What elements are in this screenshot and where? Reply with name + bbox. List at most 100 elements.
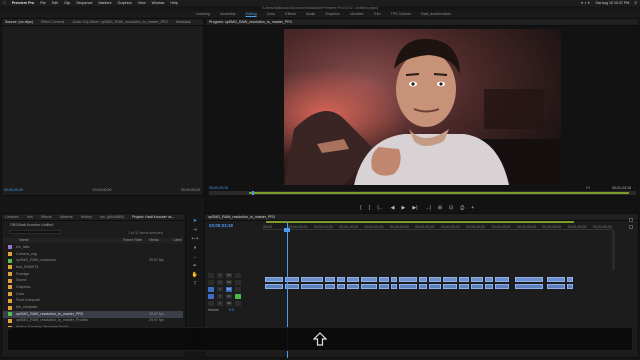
workspace-tps-custom[interactable]: TPS Custom [391, 12, 411, 17]
video-clip[interactable] [443, 277, 457, 282]
workspace-trim[interactable]: Trim [373, 12, 380, 17]
audio-clip[interactable] [361, 284, 377, 289]
tab-effect-controls[interactable]: Effect Controls [41, 20, 65, 25]
project-list-item[interactable]: Sound [3, 277, 183, 284]
track-lock-icon[interactable]: □ [217, 300, 223, 306]
program-playhead[interactable] [251, 191, 254, 195]
source-patch-toggle[interactable] [208, 279, 214, 285]
menu-graphics[interactable]: Graphics [117, 1, 131, 6]
slip-tool-icon[interactable]: ↔ [193, 254, 198, 260]
project-list-item[interactable]: Camera_orig [3, 251, 183, 258]
column-name[interactable]: Name [19, 238, 29, 243]
audio-clip[interactable] [337, 284, 345, 289]
source-patch-toggle[interactable] [208, 286, 214, 292]
search-icon[interactable]: ⚲ [634, 1, 637, 6]
audio-clip[interactable] [419, 284, 427, 289]
tab-effects[interactable]: Effects [41, 215, 52, 220]
video-clip[interactable] [485, 277, 493, 282]
audio-clip[interactable] [459, 284, 469, 289]
video-clip[interactable] [495, 277, 509, 282]
ripple-edit-tool-icon[interactable]: ⟷ [191, 236, 198, 242]
video-clip[interactable] [459, 277, 469, 282]
export-frame-icon[interactable]: ⎙ [460, 205, 464, 211]
timeline-ruler[interactable]: 00;00 00;00;05;00 00;00;10;00 00;00;15;00 00… [263, 222, 613, 230]
workspace-learning[interactable]: Learning [196, 12, 210, 17]
project-list-item[interactable]: upSMG_RAW_resolution 29.97 fps [3, 257, 183, 264]
tab-libraries[interactable]: Libraries [5, 215, 19, 220]
tab-project[interactable]: Project: Hadi Knocker vs... [132, 215, 174, 220]
video-clip[interactable] [399, 277, 417, 282]
razor-tool-icon[interactable]: ♦ [194, 245, 197, 251]
tab-info[interactable]: Info [27, 215, 33, 220]
program-scrubber[interactable] [209, 191, 636, 195]
audio-clip[interactable] [399, 284, 417, 289]
project-list-item[interactable]: Final Compose [3, 298, 183, 305]
play-icon[interactable]: ▶ [402, 205, 406, 211]
workspace-assembly[interactable]: Assembly [220, 12, 236, 17]
video-clip[interactable] [567, 277, 573, 282]
track-label[interactable]: A2 [226, 300, 232, 306]
project-list-item[interactable]: bob_RAW973 [3, 264, 183, 271]
track-toggle-output-icon[interactable] [235, 286, 241, 292]
add-button-icon[interactable]: + [471, 205, 474, 211]
project-list-item[interactable]: Color [3, 291, 183, 298]
pen-tool-icon[interactable]: ✒ [193, 263, 197, 269]
track-lock-icon[interactable]: □ [217, 272, 223, 278]
menu-help[interactable]: Help [170, 1, 177, 6]
workspace-graphics[interactable]: Graphics [325, 12, 339, 17]
workspace-color[interactable]: Color [267, 12, 276, 17]
project-list-item[interactable]: upSMG_RAW_resolution_to_master_PR3 29.97 … [3, 310, 183, 318]
track-label[interactable]: V2 [226, 279, 232, 285]
meter-solo-icon[interactable] [629, 218, 633, 222]
video-clip[interactable] [515, 277, 543, 282]
menu-file[interactable]: File [40, 1, 46, 6]
go-to-out-icon[interactable]: →| [425, 205, 431, 211]
menu-edit[interactable]: Edit [52, 1, 58, 6]
timeline-timecode[interactable]: 00;00;03;18 [209, 223, 233, 228]
audio-clip[interactable] [379, 284, 389, 289]
lift-icon[interactable]: ⊞ [438, 205, 442, 211]
audio-clip[interactable] [443, 284, 457, 289]
mark-out-icon[interactable]: } [369, 205, 371, 211]
video-clip[interactable] [429, 277, 441, 282]
workspace-audio[interactable]: Audio [306, 12, 315, 17]
track-lock-icon[interactable]: □ [217, 279, 223, 285]
menu-sequence[interactable]: Sequence [76, 1, 92, 6]
tab-source[interactable]: Source: (no clips) [5, 20, 33, 25]
menu-markers[interactable]: Markers [98, 1, 111, 6]
track-label[interactable]: A1 [226, 293, 232, 299]
video-clip[interactable] [347, 277, 359, 282]
share-arrow-up-icon[interactable] [312, 332, 328, 346]
project-list-item[interactable]: Graphics [3, 284, 183, 291]
meter-solo-icon[interactable] [629, 225, 633, 229]
source-patch-toggle[interactable] [208, 272, 214, 278]
column-frame-rate[interactable]: Frame Rate [123, 238, 142, 243]
status-icons[interactable]: ● ◑ ☀ [581, 1, 591, 6]
project-list-item[interactable]: Footage [3, 271, 183, 278]
video-clip[interactable] [379, 277, 389, 282]
audio-clip[interactable] [567, 284, 573, 289]
video-clip[interactable] [325, 277, 335, 282]
track-toggle-output-icon[interactable] [235, 279, 241, 285]
track-toggle-output-icon[interactable] [235, 272, 241, 278]
apple-icon[interactable]:  [3, 1, 6, 6]
video-clip[interactable] [471, 277, 483, 282]
video-clip[interactable] [337, 277, 345, 282]
video-clip[interactable] [419, 277, 427, 282]
track-lock-icon[interactable]: □ [217, 286, 223, 292]
track-label[interactable]: V1 [226, 286, 232, 292]
workspace-libraries[interactable]: Libraries [350, 12, 364, 17]
audio-clip[interactable] [495, 284, 509, 289]
menu-window[interactable]: Window [152, 1, 165, 6]
video-clip[interactable] [391, 277, 397, 282]
track-lock-icon[interactable]: □ [217, 293, 223, 299]
audio-clip[interactable] [547, 284, 565, 289]
step-back-icon[interactable]: ◀ [391, 205, 395, 211]
track-select-tool-icon[interactable]: ⇥ [193, 227, 197, 233]
audio-clip[interactable] [347, 284, 359, 289]
tab-sequence[interactable]: upSMG_RAW_resolution_to_master_PR3 [208, 215, 275, 220]
audio-clip[interactable] [391, 284, 397, 289]
track-toggle-output-icon[interactable] [235, 300, 241, 306]
workspace-effects[interactable]: Effects [285, 12, 296, 17]
video-clip[interactable] [265, 277, 283, 282]
